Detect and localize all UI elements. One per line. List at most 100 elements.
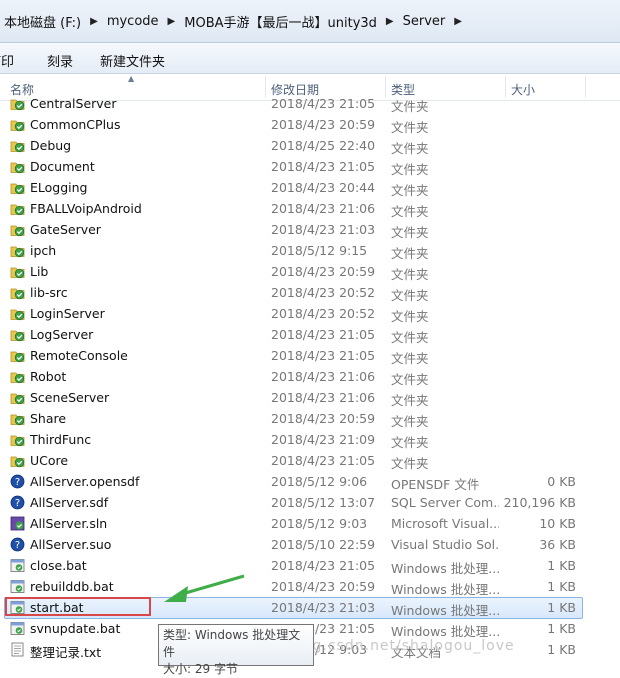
pointer-arrow-icon [164, 574, 245, 602]
new-folder-button[interactable]: 新建文件夹 [100, 51, 165, 70]
file-icon: ? [10, 537, 25, 552]
chevron-right-icon[interactable]: ▶ [381, 16, 399, 27]
file-size: 1 KB [547, 579, 576, 594]
file-row[interactable]: ? AllServer.suo 2018/5/10 22:59 Visual Stud… [0, 534, 620, 555]
file-type: OPENSDF 文件 [391, 477, 480, 492]
file-type: 文件夹 [391, 456, 429, 471]
file-name: rebuilddb.bat [30, 579, 114, 594]
file-row[interactable]: LogServer 2018/4/23 21:05 文件夹 [0, 324, 620, 345]
address-bar[interactable]: 本地磁盘 (F:) ▶ mycode ▶ MOBA手游【最后一战】unity3d… [0, 0, 620, 43]
folder-icon [10, 369, 25, 384]
bat-icon [10, 558, 25, 573]
file-name: ELogging [30, 180, 88, 195]
folder-icon [10, 348, 25, 363]
file-date: 2018/4/23 20:59 [271, 264, 376, 279]
file-type: 文件夹 [391, 120, 429, 135]
file-row[interactable]: ipch 2018/5/12 9:15 文件夹 [0, 240, 620, 261]
file-name: AllServer.opensdf [30, 474, 140, 489]
breadcrumb-drive[interactable]: 本地磁盘 (F:) [0, 12, 85, 31]
file-date: 2018/4/23 21:05 [271, 159, 376, 174]
folder-icon [10, 222, 25, 237]
file-date: 2018/4/23 20:52 [271, 285, 376, 300]
folder-icon [10, 201, 25, 216]
file-row[interactable]: CommonCPlus 2018/4/23 20:59 文件夹 [0, 114, 620, 135]
file-type: 文件夹 [391, 288, 429, 303]
file-row[interactable]: rebuilddb.bat 2018/4/23 20:59 Windows 批处理.… [0, 576, 620, 597]
file-name: CommonCPlus [30, 117, 121, 132]
file-row[interactable]: lib-src 2018/4/23 20:52 文件夹 [0, 282, 620, 303]
file-type: 文件夹 [391, 309, 429, 324]
burn-button[interactable]: 刻录 [47, 51, 73, 70]
file-row[interactable]: LoginServer 2018/4/23 20:52 文件夹 [0, 303, 620, 324]
file-row[interactable]: ELogging 2018/4/23 20:44 文件夹 [0, 177, 620, 198]
file-name: AllServer.sln [30, 516, 108, 531]
file-row[interactable]: GateServer 2018/4/23 21:03 文件夹 [0, 219, 620, 240]
file-row[interactable]: AllServer.sln 2018/5/12 9:03 Microsoft Vis… [0, 513, 620, 534]
file-type: 文件夹 [391, 246, 429, 261]
file-size: 0 KB [547, 474, 576, 489]
file-size: 210,196 KB [503, 495, 576, 510]
file-date: 2018/4/23 21:05 [271, 327, 376, 342]
file-date: 2018/4/23 21:05 [271, 348, 376, 363]
file-list: CentralServer 2018/4/23 21:05 文件夹 CommonCPl… [0, 93, 620, 660]
file-date: 2018/4/23 20:52 [271, 306, 376, 321]
file-row[interactable]: RemoteConsole 2018/4/23 21:05 文件夹 [0, 345, 620, 366]
folder-icon [10, 327, 25, 342]
file-date: 2018/4/23 21:06 [271, 390, 376, 405]
file-type: 文件夹 [391, 267, 429, 282]
file-row[interactable]: Robot 2018/4/23 21:06 文件夹 [0, 366, 620, 387]
file-name: ipch [30, 243, 57, 258]
folder-icon [10, 285, 25, 300]
file-row[interactable]: ? AllServer.sdf 2018/5/12 13:07 SQL Server … [0, 492, 620, 513]
file-name: GateServer [30, 222, 101, 237]
file-name: SceneServer [30, 390, 110, 405]
file-name: RemoteConsole [30, 348, 128, 363]
svg-text:?: ? [15, 477, 20, 488]
command-bar: 打印 刻录 新建文件夹 [0, 43, 620, 74]
folder-icon [10, 117, 25, 132]
file-row[interactable]: FBALLVoipAndroid 2018/4/23 21:06 文件夹 [0, 198, 620, 219]
file-icon: ? [10, 495, 25, 510]
breadcrumb-server[interactable]: Server [399, 14, 450, 29]
file-row[interactable]: close.bat 2018/4/23 21:05 Windows 批处理... 1 … [0, 555, 620, 576]
file-type: SQL Server Com... [391, 495, 499, 510]
file-size: 10 KB [539, 516, 576, 531]
file-row[interactable]: CentralServer 2018/4/23 21:05 文件夹 [0, 93, 620, 114]
file-row[interactable]: Document 2018/4/23 21:05 文件夹 [0, 156, 620, 177]
file-name: LoginServer [30, 306, 105, 321]
breadcrumb-project[interactable]: MOBA手游【最后一战】unity3d [180, 12, 381, 31]
file-name: Share [30, 411, 67, 426]
folder-icon [10, 432, 25, 447]
file-name: Robot [30, 369, 67, 384]
chevron-right-icon[interactable]: ▶ [449, 16, 467, 27]
file-row[interactable]: ThirdFunc 2018/4/23 21:09 文件夹 [0, 429, 620, 450]
folder-icon [10, 96, 25, 111]
file-row[interactable]: Share 2018/4/23 20:59 文件夹 [0, 408, 620, 429]
file-date: 2018/4/23 21:05 [271, 96, 376, 111]
file-size: 1 KB [547, 600, 576, 615]
highlight-box [5, 597, 151, 616]
file-row[interactable]: SceneServer 2018/4/23 21:06 文件夹 [0, 387, 620, 408]
chevron-right-icon[interactable]: ▶ [85, 16, 103, 27]
svg-text:?: ? [15, 540, 20, 551]
sort-up-icon: ▲ [128, 74, 135, 83]
tooltip-type: 类型: Windows 批处理文件 [163, 628, 301, 659]
file-row[interactable]: ? AllServer.opensdf 2018/5/12 9:06 OPENSDF … [0, 471, 620, 492]
file-type: 文件夹 [391, 225, 429, 240]
file-row[interactable]: Lib 2018/4/23 20:59 文件夹 [0, 261, 620, 282]
file-type: 文件夹 [391, 99, 429, 114]
bat-icon [10, 579, 25, 594]
file-type: 文件夹 [391, 204, 429, 219]
print-button[interactable]: 打印 [0, 51, 14, 70]
file-row[interactable]: Debug 2018/4/25 22:40 文件夹 [0, 135, 620, 156]
breadcrumb-mycode[interactable]: mycode [103, 14, 163, 29]
file-date: 2018/4/23 20:44 [271, 180, 376, 195]
folder-icon [10, 390, 25, 405]
file-date: 2018/4/23 21:06 [271, 369, 376, 384]
file-type: 文件夹 [391, 183, 429, 198]
file-date: 2018/4/23 21:09 [271, 432, 376, 447]
chevron-right-icon[interactable]: ▶ [163, 16, 181, 27]
file-date: 2018/4/23 20:59 [271, 579, 376, 594]
file-name: Document [30, 159, 95, 174]
file-row[interactable]: UCore 2018/4/23 21:05 文件夹 [0, 450, 620, 471]
